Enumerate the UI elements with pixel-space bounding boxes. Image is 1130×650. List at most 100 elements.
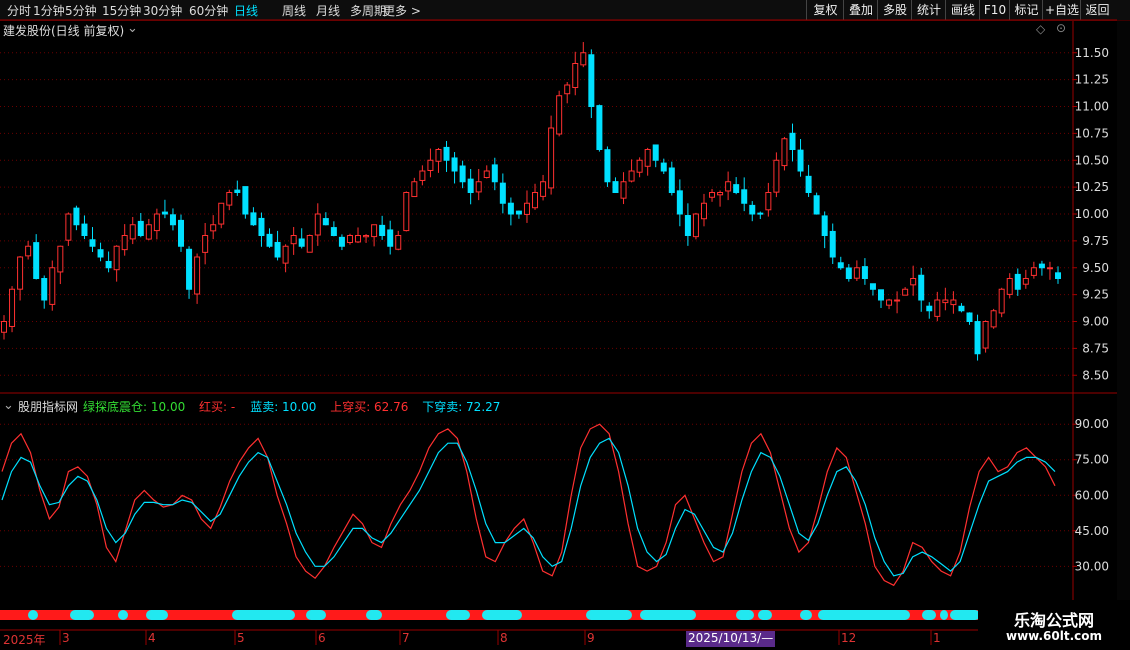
candle-body <box>1046 267 1053 270</box>
candle-body <box>532 192 539 209</box>
candle-body <box>41 278 48 301</box>
price-tick-label: 11.25 <box>1075 73 1109 87</box>
price-tick-label: 11.50 <box>1075 46 1109 60</box>
chevron-down-icon[interactable]: ⌄ <box>3 398 14 413</box>
candle-body <box>282 245 289 264</box>
candle-body <box>845 267 852 279</box>
candle-body <box>17 256 24 290</box>
candle-body <box>620 181 627 199</box>
candle-body <box>717 192 724 196</box>
candle-body <box>363 235 370 238</box>
signal-segment <box>586 610 632 620</box>
candle-body <box>475 181 482 193</box>
candle-body <box>974 321 981 355</box>
date-cursor-label: 2025/10/13/— <box>686 631 776 647</box>
candle-body <box>1014 273 1021 290</box>
candle-body <box>902 288 909 296</box>
candle-body <box>684 215 691 237</box>
candle-body <box>749 204 756 215</box>
signal-segment <box>922 610 936 620</box>
candle-body <box>145 224 152 240</box>
date-year-label: 2025年 <box>3 633 46 647</box>
candle-body <box>459 165 466 183</box>
signal-segment <box>118 610 128 620</box>
candle-body <box>210 224 217 232</box>
candle-body <box>274 241 281 258</box>
candle-body <box>403 192 410 232</box>
candle-body <box>65 213 72 241</box>
candle-body <box>765 192 772 211</box>
candle-body <box>950 299 957 306</box>
candle-body <box>982 321 989 349</box>
signal-segment <box>28 610 38 620</box>
signal-segment <box>758 610 772 620</box>
diamond-icon[interactable]: ◇ <box>1036 22 1045 36</box>
candle-body <box>918 274 925 301</box>
candle-body <box>821 215 828 236</box>
candle-body <box>9 288 16 327</box>
signal-segment <box>146 610 168 620</box>
candle-body <box>853 267 860 279</box>
candle-body <box>1055 272 1061 280</box>
candle-body <box>395 235 402 250</box>
sell-signal-line <box>1 437 1056 577</box>
price-tick-label: 8.50 <box>1082 368 1109 382</box>
indicator-tick-label: 60.00 <box>1075 488 1109 502</box>
candle-body <box>105 260 112 269</box>
candle-body <box>757 212 764 215</box>
candle-body <box>958 305 965 312</box>
price-tick-label: 9.75 <box>1082 234 1109 248</box>
candle-body <box>813 195 820 215</box>
candle-body <box>725 181 732 192</box>
candle-body <box>242 186 249 215</box>
price-tick-label: 11.00 <box>1075 100 1109 114</box>
candle-body <box>161 211 168 215</box>
candle-body <box>556 95 563 135</box>
candle-body <box>773 159 780 193</box>
candle-body <box>628 170 635 182</box>
close-icon[interactable]: ⊙ <box>1056 21 1066 35</box>
candle-body <box>290 235 297 245</box>
kline-chart: 8.50 8.75 9.00 9.25 9.50 9.75 10.00 10.25 10.50 1… <box>0 19 1117 645</box>
candle-body <box>298 238 305 247</box>
signal-segment <box>940 610 948 620</box>
candle-body <box>81 223 88 237</box>
candle-body <box>234 189 241 193</box>
signal-segment <box>446 610 470 620</box>
candle-body <box>837 262 844 269</box>
candle-body <box>49 267 56 305</box>
candle-body <box>226 192 233 206</box>
indicator-legend-1: 红买: - <box>199 400 236 414</box>
candle-body <box>652 144 659 161</box>
chevron-down-icon[interactable]: ⌄ <box>127 21 138 36</box>
price-tick-label: 9.00 <box>1082 315 1109 329</box>
candle-body <box>797 149 804 172</box>
date-month-label: 5 <box>237 631 245 645</box>
candle-body <box>612 181 619 193</box>
candle-body <box>33 242 40 280</box>
watermark-url: www.60lt.com <box>1005 629 1103 643</box>
signal-segment <box>306 610 326 620</box>
candle-body <box>178 219 185 247</box>
date-month-label: 7 <box>402 631 410 645</box>
candle-body <box>548 127 555 189</box>
candle-body <box>411 181 418 198</box>
candle-body <box>588 54 595 107</box>
candle-body <box>89 239 96 247</box>
candle-body <box>258 217 265 236</box>
candle-body <box>515 210 522 215</box>
candle-body <box>250 212 257 226</box>
indicator-legend-2: 蓝卖: 10.00 <box>250 400 317 414</box>
candle-body <box>1038 263 1045 269</box>
candle-body <box>644 149 651 167</box>
buy-signal-line <box>1 423 1056 587</box>
candle-body <box>169 214 176 226</box>
candle-body <box>306 235 313 253</box>
date-month-label: 6 <box>318 631 326 645</box>
signal-segment <box>366 610 382 620</box>
candle-body <box>886 299 893 306</box>
price-tick-label: 10.75 <box>1075 126 1109 140</box>
signal-segment <box>70 610 94 620</box>
candle-body <box>966 312 973 322</box>
indicator-tick-label: 75.00 <box>1075 453 1109 467</box>
